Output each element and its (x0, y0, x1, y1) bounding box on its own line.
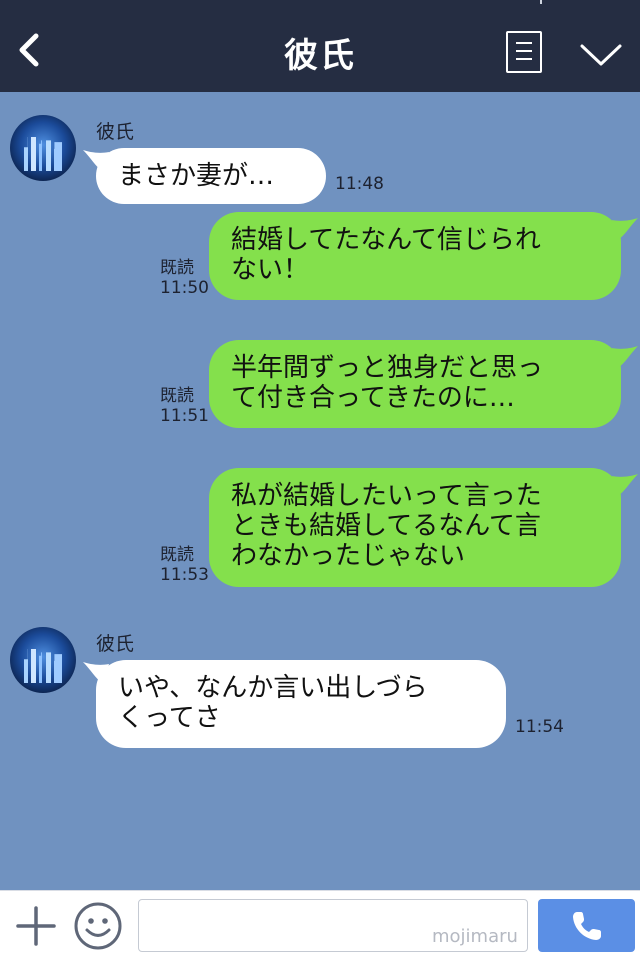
message-meta: 既読 11:51 (160, 386, 209, 426)
sender-name: 彼氏 (96, 633, 135, 655)
message-time: 11:53 (160, 565, 209, 585)
chat-area[interactable]: 彼氏 まさか妻が… 11:48 既読 11:50 結婚してたなんて信じられ ない… (0, 92, 640, 890)
message-bubble[interactable]: いや、なんか言い出しづら くってさ (96, 660, 506, 748)
menu-list-icon-line (516, 58, 532, 60)
menu-list-button[interactable] (506, 31, 542, 73)
message-time: 11:54 (515, 717, 564, 737)
read-receipt: 既読 (160, 258, 194, 278)
message-text: まさか妻が… (118, 161, 275, 191)
back-button[interactable] (10, 24, 54, 76)
message-meta: 既読 11:53 (160, 545, 209, 585)
more-options-button[interactable] (578, 40, 624, 70)
menu-list-icon-line (516, 42, 532, 44)
message-time: 11:51 (160, 406, 209, 426)
sender-name: 彼氏 (96, 121, 135, 143)
header-bar: 彼氏 (0, 0, 640, 92)
input-bar: mojimaru (0, 890, 640, 960)
call-button[interactable] (538, 899, 635, 952)
message-text-line: 結婚してたなんて信じられ (231, 225, 541, 255)
message-text-line: 半年間ずっと独身だと思っ (231, 353, 544, 383)
message-text-line: くってさ (118, 703, 221, 733)
phone-icon (573, 912, 601, 940)
message-text-line: ない！ (231, 255, 310, 285)
plus-icon (16, 906, 56, 946)
emoji-button[interactable] (73, 901, 123, 951)
chat-title: 彼氏 (284, 36, 356, 76)
read-receipt: 既読 (160, 386, 194, 406)
avatar[interactable] (10, 115, 76, 181)
message-text-line: わなかったじゃない (231, 541, 466, 571)
message-bubble[interactable]: まさか妻が… (96, 148, 326, 204)
message-text-line: 私が結婚したいって言った (231, 481, 542, 511)
add-attachment-button[interactable] (14, 904, 58, 948)
message-bubble[interactable]: 結婚してたなんて信じられ ない！ (209, 212, 621, 300)
smiley-icon (74, 902, 122, 950)
message-time: 11:48 (335, 174, 384, 194)
message-time: 11:50 (160, 278, 209, 298)
chevron-left-icon (19, 33, 39, 67)
message-bubble[interactable]: 半年間ずっと独身だと思っ て付き合ってきたのに… (209, 340, 621, 428)
bubble-tail (612, 216, 638, 240)
message-text-line: いや、なんか言い出しづら (118, 673, 428, 703)
message-input[interactable] (138, 899, 528, 952)
bubble-tail (612, 344, 638, 368)
chevron-down-icon (580, 44, 622, 66)
menu-list-icon-line (516, 50, 532, 52)
message-meta: 既読 11:50 (160, 258, 209, 298)
message-text-line: て付き合ってきたのに… (231, 383, 515, 413)
status-indicator (540, 0, 546, 4)
read-receipt: 既読 (160, 545, 194, 565)
bubble-tail (612, 472, 638, 496)
avatar[interactable] (10, 627, 76, 693)
message-bubble[interactable]: 私が結婚したいって言った ときも結婚してるなんて言 わなかったじゃない (209, 468, 621, 587)
message-text-line: ときも結婚してるなんて言 (231, 511, 541, 541)
